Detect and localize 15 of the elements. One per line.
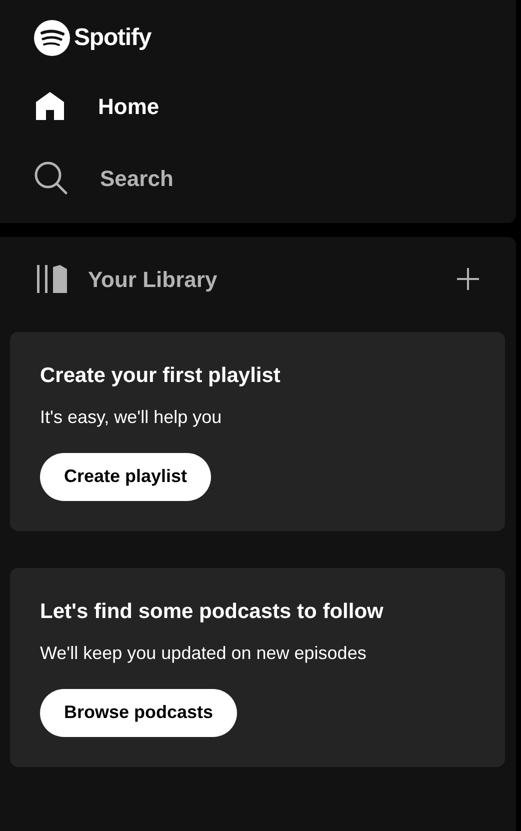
logo-icon [34, 20, 70, 56]
search-icon [34, 161, 68, 195]
logo-text: Spotify [74, 23, 152, 53]
home-icon [34, 90, 66, 122]
card-button[interactable]: Create playlist [40, 452, 212, 500]
card-title: Let's find some podcasts to follow [40, 599, 384, 625]
nav-link[interactable]: Search [34, 142, 516, 214]
library-icon [36, 263, 68, 295]
card-title: Create your first playlist [40, 363, 280, 389]
nav-link[interactable]: Home [34, 70, 516, 142]
library-title: Your Library [88, 266, 218, 294]
card-subtitle: We'll keep you updated on new episodes [40, 642, 366, 665]
card-button[interactable]: Browse podcasts [40, 688, 238, 736]
card-subtitle: It's easy, we'll help you [40, 406, 222, 429]
plus-icon[interactable] [456, 267, 480, 291]
